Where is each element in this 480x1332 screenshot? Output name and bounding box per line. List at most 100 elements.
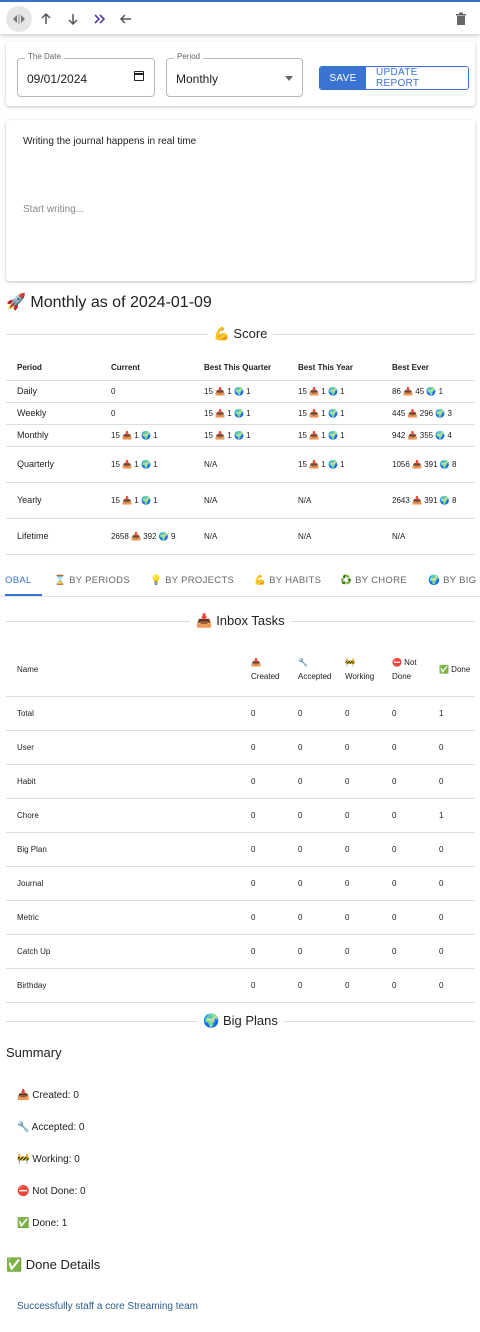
inbox-cell: 0 — [334, 900, 381, 935]
tab-global[interactable]: OBAL — [5, 575, 32, 586]
inbox-cell: Catch Up — [6, 934, 240, 969]
inbox-cell: Metric — [6, 900, 240, 935]
inbox-cell: 0 — [334, 696, 381, 731]
score-col-header: Best Ever — [381, 356, 475, 381]
arrow-down-icon[interactable] — [60, 6, 86, 32]
date-field[interactable]: The Date 09/01/2024 — [17, 52, 155, 97]
tab-by-chore[interactable]: ♻️ BY CHORE — [340, 575, 407, 586]
active-tab-indicator — [5, 594, 42, 596]
score-cell: 2643 📥 391 🌍 8 — [381, 482, 475, 519]
inbox-cell: 0 — [240, 798, 287, 833]
period-select[interactable]: Period Monthly — [166, 52, 303, 97]
score-cell: Yearly — [6, 482, 100, 519]
score-cell: Weekly — [6, 402, 100, 425]
period-value[interactable]: Monthly — [176, 72, 218, 86]
tab-by-big-plan[interactable]: 🌍 BY BIG — [428, 575, 476, 586]
inbox-cell: 0 — [287, 798, 334, 833]
score-cell: 15 📥 1 🌍 1 — [287, 402, 381, 425]
table-row: Journal 0 0 0 0 0 — [6, 866, 475, 901]
score-cell: 15 📥 1 🌍 1 — [287, 446, 381, 483]
journal-info-text: Writing the journal happens in real time — [23, 136, 197, 147]
table-row: Total 0 0 0 0 1 — [6, 696, 475, 731]
tab-by-periods[interactable]: ⌛ BY PERIODS — [54, 575, 130, 586]
summary-list: 📥 Created: 0 🔧 Accepted: 0 🚧 Working: 0 … — [17, 1090, 86, 1250]
score-header-row: Period Current Best This Quarter Best Th… — [6, 356, 475, 381]
trash-icon[interactable] — [448, 6, 474, 32]
inbox-cell: Birthday — [6, 968, 240, 1003]
table-row: User 0 0 0 0 0 — [6, 730, 475, 765]
score-cell: 15 📥 1 🌍 1 — [193, 424, 287, 447]
inbox-cell: 0 — [287, 764, 334, 799]
inbox-cell: Chore — [6, 798, 240, 833]
inbox-cell: Total — [6, 696, 240, 731]
inbox-cell: 0 — [240, 866, 287, 901]
score-cell: 86 📥 45 🌍 1 — [381, 380, 475, 403]
inbox-cell: 0 — [240, 900, 287, 935]
table-row: Birthday 0 0 0 0 0 — [6, 968, 475, 1003]
table-row: Lifetime 2658 📥 392 🌍 9 N/A N/A N/A — [6, 518, 475, 555]
arrow-up-icon[interactable] — [33, 6, 59, 32]
inbox-cell: 0 — [428, 934, 475, 969]
double-chevron-icon[interactable] — [87, 6, 113, 32]
inbox-cell: 0 — [287, 866, 334, 901]
score-cell: Quarterly — [6, 446, 100, 483]
score-cell: Monthly — [6, 424, 100, 447]
score-cell: 15 📥 1 🌍 1 — [100, 446, 193, 483]
top-toolbar — [0, 0, 480, 34]
score-heading-text: 💪 Score — [213, 326, 268, 341]
save-button[interactable]: SAVE — [320, 67, 366, 89]
inbox-cell: 0 — [287, 968, 334, 1003]
tab-by-projects[interactable]: 💡 BY PROJECTS — [150, 575, 234, 586]
tab-by-habits[interactable]: 💪 BY HABITS — [254, 575, 321, 586]
score-col-header: Period — [6, 356, 100, 381]
calendar-icon[interactable] — [134, 71, 144, 81]
inbox-tasks-table: Name 📥 Created 🔧 Accepted 🚧 Working ⛔ No… — [6, 644, 475, 1003]
arrow-left-icon[interactable] — [113, 6, 139, 32]
table-row: Chore 0 0 0 0 1 — [6, 798, 475, 833]
inbox-cell: 0 — [381, 798, 428, 833]
inbox-cell: 0 — [240, 934, 287, 969]
score-cell: 0 — [100, 402, 193, 425]
inbox-cell: 0 — [287, 934, 334, 969]
inbox-cell: 0 — [287, 832, 334, 867]
journal-editor[interactable]: Writing the journal happens in real time… — [6, 120, 475, 281]
report-form-card: The Date 09/01/2024 Period Monthly SAVE … — [6, 42, 475, 106]
inbox-cell: 1 — [428, 696, 475, 731]
score-cell: 15 📥 1 🌍 1 — [193, 402, 287, 425]
inbox-cell: 0 — [334, 764, 381, 799]
inbox-tasks-heading: 📥 Inbox Tasks — [6, 611, 475, 631]
report-tabs: OBAL ⌛ BY PERIODS 💡 BY PROJECTS 💪 BY HAB… — [0, 568, 480, 597]
date-value[interactable]: 09/01/2024 — [27, 72, 87, 86]
table-row: Weekly 0 15 📥 1 🌍 1 15 📥 1 🌍 1 445 📥 296… — [6, 402, 475, 425]
inbox-cell: 0 — [334, 934, 381, 969]
inbox-cell: 0 — [334, 730, 381, 765]
summary-accepted: 🔧 Accepted: 0 — [17, 1122, 85, 1133]
chevron-down-icon[interactable] — [285, 76, 293, 81]
score-col-header: Best This Quarter — [193, 356, 287, 381]
done-big-plan-link[interactable]: Successfully staff a core Streaming team — [17, 1301, 198, 1312]
summary-not-done: ⛔ Not Done: 0 — [17, 1186, 86, 1197]
inbox-cell: 0 — [428, 832, 475, 867]
inbox-cell: 0 — [334, 968, 381, 1003]
inbox-cell: 0 — [287, 730, 334, 765]
score-cell: 1056 📥 391 🌍 8 — [381, 446, 475, 483]
inbox-cell: 0 — [240, 764, 287, 799]
inbox-cell: 0 — [428, 764, 475, 799]
update-report-button[interactable]: UPDATE REPORT — [366, 67, 468, 89]
score-cell: N/A — [193, 518, 287, 555]
journal-input-placeholder[interactable]: Start writing... — [23, 204, 84, 215]
inbox-cell: 0 — [381, 866, 428, 901]
score-cell: 445 📥 296 🌍 3 — [381, 402, 475, 425]
code-toggle-icon[interactable] — [6, 6, 32, 32]
score-cell: 15 📥 1 🌍 1 — [193, 380, 287, 403]
inbox-col-header: ✅ Done — [428, 644, 475, 697]
inbox-cell: 0 — [240, 696, 287, 731]
date-label: The Date — [25, 52, 64, 61]
inbox-cell: 0 — [240, 832, 287, 867]
table-row: Yearly 15 📥 1 🌍 1 N/A N/A 2643 📥 391 🌍 8 — [6, 482, 475, 519]
score-cell: 15 📥 1 🌍 1 — [100, 424, 193, 447]
done-details-title: ✅ Done Details — [6, 1257, 101, 1272]
inbox-tasks-heading-text: 📥 Inbox Tasks — [196, 613, 285, 628]
inbox-cell: Habit — [6, 764, 240, 799]
inbox-cell: 0 — [381, 764, 428, 799]
